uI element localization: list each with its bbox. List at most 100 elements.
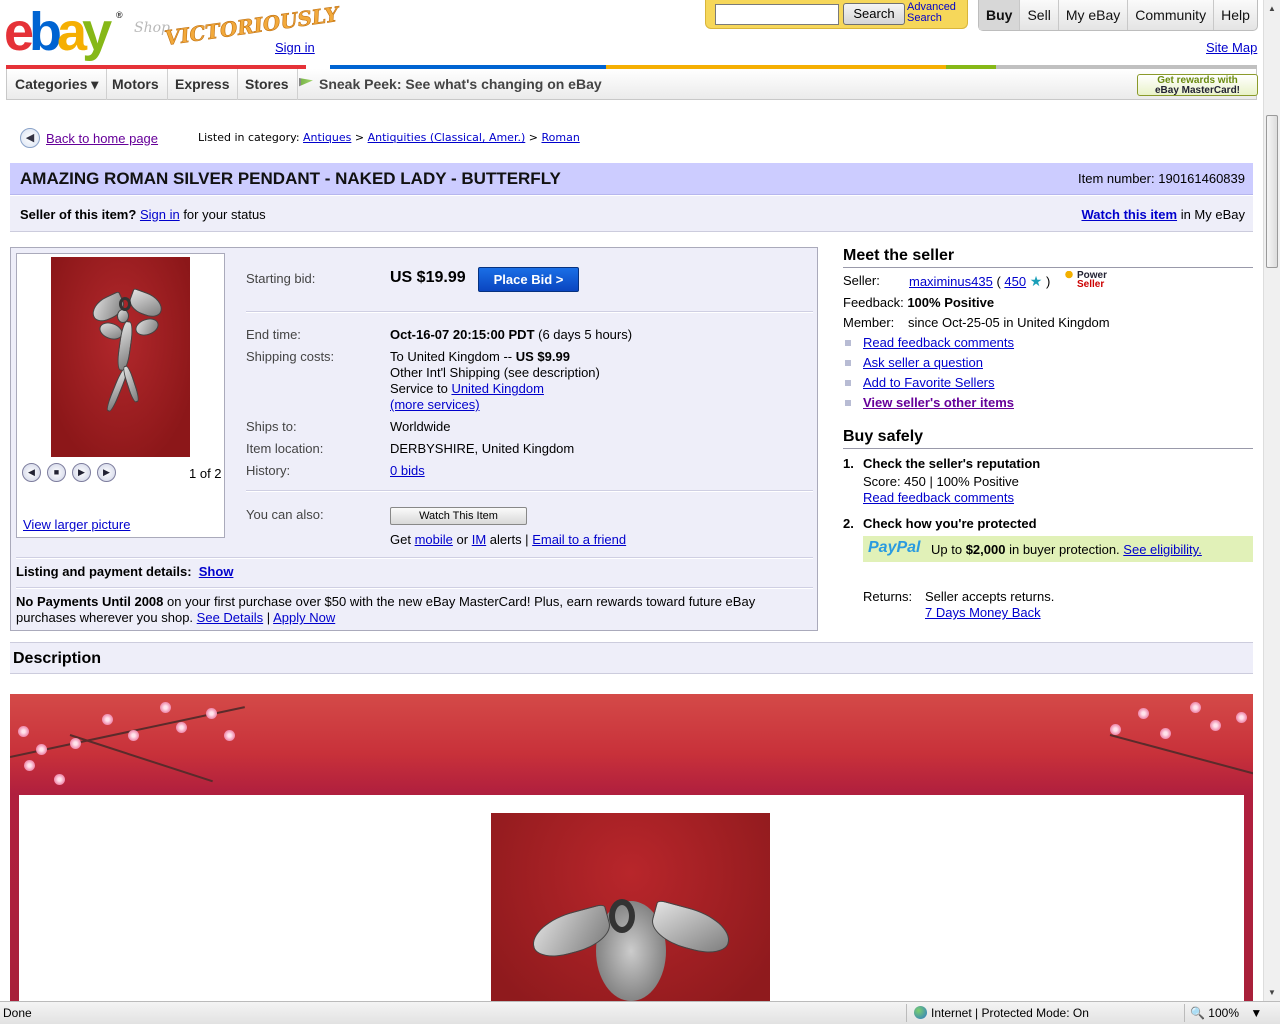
back-arrow-icon: ◀ [20, 128, 40, 148]
blossom-shape [224, 730, 235, 741]
seller-name-link[interactable]: maximinus435 [909, 274, 993, 289]
bid-history-link[interactable]: 0 bids [390, 463, 425, 478]
seller-sign-in-link[interactable]: Sign in [140, 207, 180, 222]
branch-shape [69, 734, 213, 783]
item-number: Item number: 190161460839 [1078, 171, 1245, 186]
nav-community[interactable]: Community [1127, 0, 1213, 30]
score-line: Score: 450 | 100% Positive [863, 474, 1019, 489]
ebay-logo[interactable]: ebay ® [4, 5, 123, 59]
stop-icon[interactable]: ■ [47, 463, 66, 482]
chevron-down-icon: ▼ [1250, 1006, 1263, 1020]
scroll-up-icon[interactable]: ▲ [1264, 0, 1280, 17]
site-map-link[interactable]: Site Map [1206, 40, 1257, 55]
rewards-line2: eBay MasterCard! [1154, 85, 1241, 96]
star-icon[interactable]: ★ [1030, 273, 1043, 290]
flag-icon [299, 78, 313, 87]
place-bid-button[interactable]: Place Bid > [478, 267, 579, 292]
returns-label: Returns: [863, 589, 913, 604]
alerts-suffix: alerts | [489, 532, 529, 547]
prev-icon[interactable]: ◀ [22, 463, 41, 482]
blossom-shape [1138, 708, 1149, 719]
bullet-icon [845, 340, 851, 346]
item-details-box: ◀ ■ ▶ ▶ 1 of 2 View larger picture Start… [10, 247, 818, 631]
shop-victoriously-promo[interactable]: Shop VICTORIOUSLY [134, 2, 341, 54]
power-seller-text: Power Seller [1077, 271, 1107, 290]
nav-motors[interactable]: Motors [104, 69, 168, 100]
mastercard-rewards-badge[interactable]: Get rewards with eBay MasterCard! [1137, 74, 1258, 96]
blossom-shape [70, 738, 81, 749]
zoom-icon: 🔍 [1190, 1006, 1205, 1020]
nav-my-ebay[interactable]: My eBay [1057, 0, 1127, 30]
nav-sell[interactable]: Sell [1019, 0, 1057, 30]
paypal-logo: PayPal [868, 539, 920, 557]
scrollbar-thumb[interactable] [1266, 115, 1278, 268]
browser-page: ebay ® Shop VICTORIOUSLY Sign in Search … [0, 0, 1263, 1001]
apply-now-link[interactable]: Apply Now [273, 610, 335, 625]
power-seller-badge[interactable]: Power Seller [1063, 271, 1107, 290]
bullet-icon [845, 400, 851, 406]
logo-letter-y: y [82, 2, 112, 62]
blossom-shape [1236, 712, 1247, 723]
nav-buy[interactable]: Buy [979, 0, 1020, 30]
feedback-row: Feedback: 100% Positive [843, 295, 994, 310]
sneak-peek-link[interactable]: Sneak Peek: See what's changing on eBay [299, 69, 602, 100]
other-items-link[interactable]: View seller's other items [863, 395, 1014, 410]
seller-label: Seller: [843, 273, 880, 288]
view-larger-picture-link[interactable]: View larger picture [23, 517, 130, 532]
divider [1184, 1004, 1185, 1022]
watch-this-item-link[interactable]: Watch this item [1081, 207, 1177, 222]
see-eligibility-link[interactable]: See eligibility. [1123, 542, 1202, 557]
search-button[interactable]: Search [843, 3, 905, 25]
play-icon[interactable]: ▶ [72, 463, 91, 482]
read-feedback-link-2[interactable]: Read feedback comments [863, 490, 1014, 505]
feedback-score-link[interactable]: 450 [1004, 274, 1026, 289]
show-details-link[interactable]: Show [199, 564, 234, 579]
crumb-antiques[interactable]: Antiques [303, 131, 351, 144]
protection-amount: $2,000 [965, 542, 1006, 557]
nav-express[interactable]: Express [167, 69, 239, 100]
nav-help[interactable]: Help [1213, 0, 1257, 30]
next-icon[interactable]: ▶ [97, 463, 116, 482]
sign-in-link[interactable]: Sign in [275, 40, 315, 55]
service-country-link[interactable]: United Kingdom [451, 381, 544, 396]
nav-stores[interactable]: Stores [237, 69, 298, 100]
more-services-link[interactable]: (more services) [390, 397, 480, 412]
description-picture [491, 813, 770, 1001]
mobile-alerts-link[interactable]: mobile [415, 532, 453, 547]
add-favorite-link[interactable]: Add to Favorite Sellers [863, 375, 995, 390]
ask-question-link[interactable]: Ask seller a question [863, 355, 983, 370]
read-feedback-link[interactable]: Read feedback comments [863, 335, 1014, 350]
starting-bid-value: US $19.99 [390, 269, 466, 286]
crumb-antiquities[interactable]: Antiquities (Classical, Amer.) [368, 131, 526, 144]
watch-this-item-button[interactable]: Watch This Item [390, 507, 527, 525]
search-input[interactable] [715, 4, 839, 25]
seller-info: maximinus435 ( 450 ★ ) [909, 273, 1050, 290]
email-friend-link[interactable]: Email to a friend [532, 532, 626, 547]
pendant-loop [119, 297, 131, 311]
ships-to-label: Ships to: [246, 419, 297, 434]
registered-mark: ® [116, 10, 123, 20]
step1-number: 1. [843, 456, 854, 471]
zoom-level: 100% [1208, 1006, 1239, 1020]
vertical-scrollbar[interactable]: ▲ ▼ [1263, 0, 1280, 1001]
see-details-link[interactable]: See Details [197, 610, 263, 625]
item-picture[interactable] [51, 257, 190, 457]
back-to-home-link[interactable]: Back to home page [46, 131, 158, 146]
bullet-icon [845, 360, 851, 366]
advanced-search-link[interactable]: Advanced Search [907, 2, 956, 24]
paypal-protection-bar: PayPal Up to $2,000 in buyer protection.… [863, 536, 1253, 562]
blossom-shape [1210, 720, 1221, 731]
zoom-control[interactable]: 🔍 100% ▼ [1190, 1006, 1262, 1020]
meet-seller-heading: Meet the seller [843, 247, 1253, 268]
shipping-line3: Service to United Kingdom [390, 381, 600, 397]
crumb-roman[interactable]: Roman [541, 131, 579, 144]
scroll-down-icon[interactable]: ▼ [1264, 984, 1280, 1001]
returns-policy-link[interactable]: 7 Days Money Back [925, 605, 1041, 620]
im-alerts-link[interactable]: IM [472, 532, 486, 547]
nav-categories[interactable]: Categories ▾ [7, 69, 108, 100]
step2-number: 2. [843, 516, 854, 531]
item-title-bar: AMAZING ROMAN SILVER PENDANT - NAKED LAD… [10, 163, 1253, 195]
pendant-loop [609, 899, 635, 933]
back-to-home[interactable]: ◀ Back to home page [20, 128, 158, 148]
alerts-or: or [456, 532, 469, 547]
